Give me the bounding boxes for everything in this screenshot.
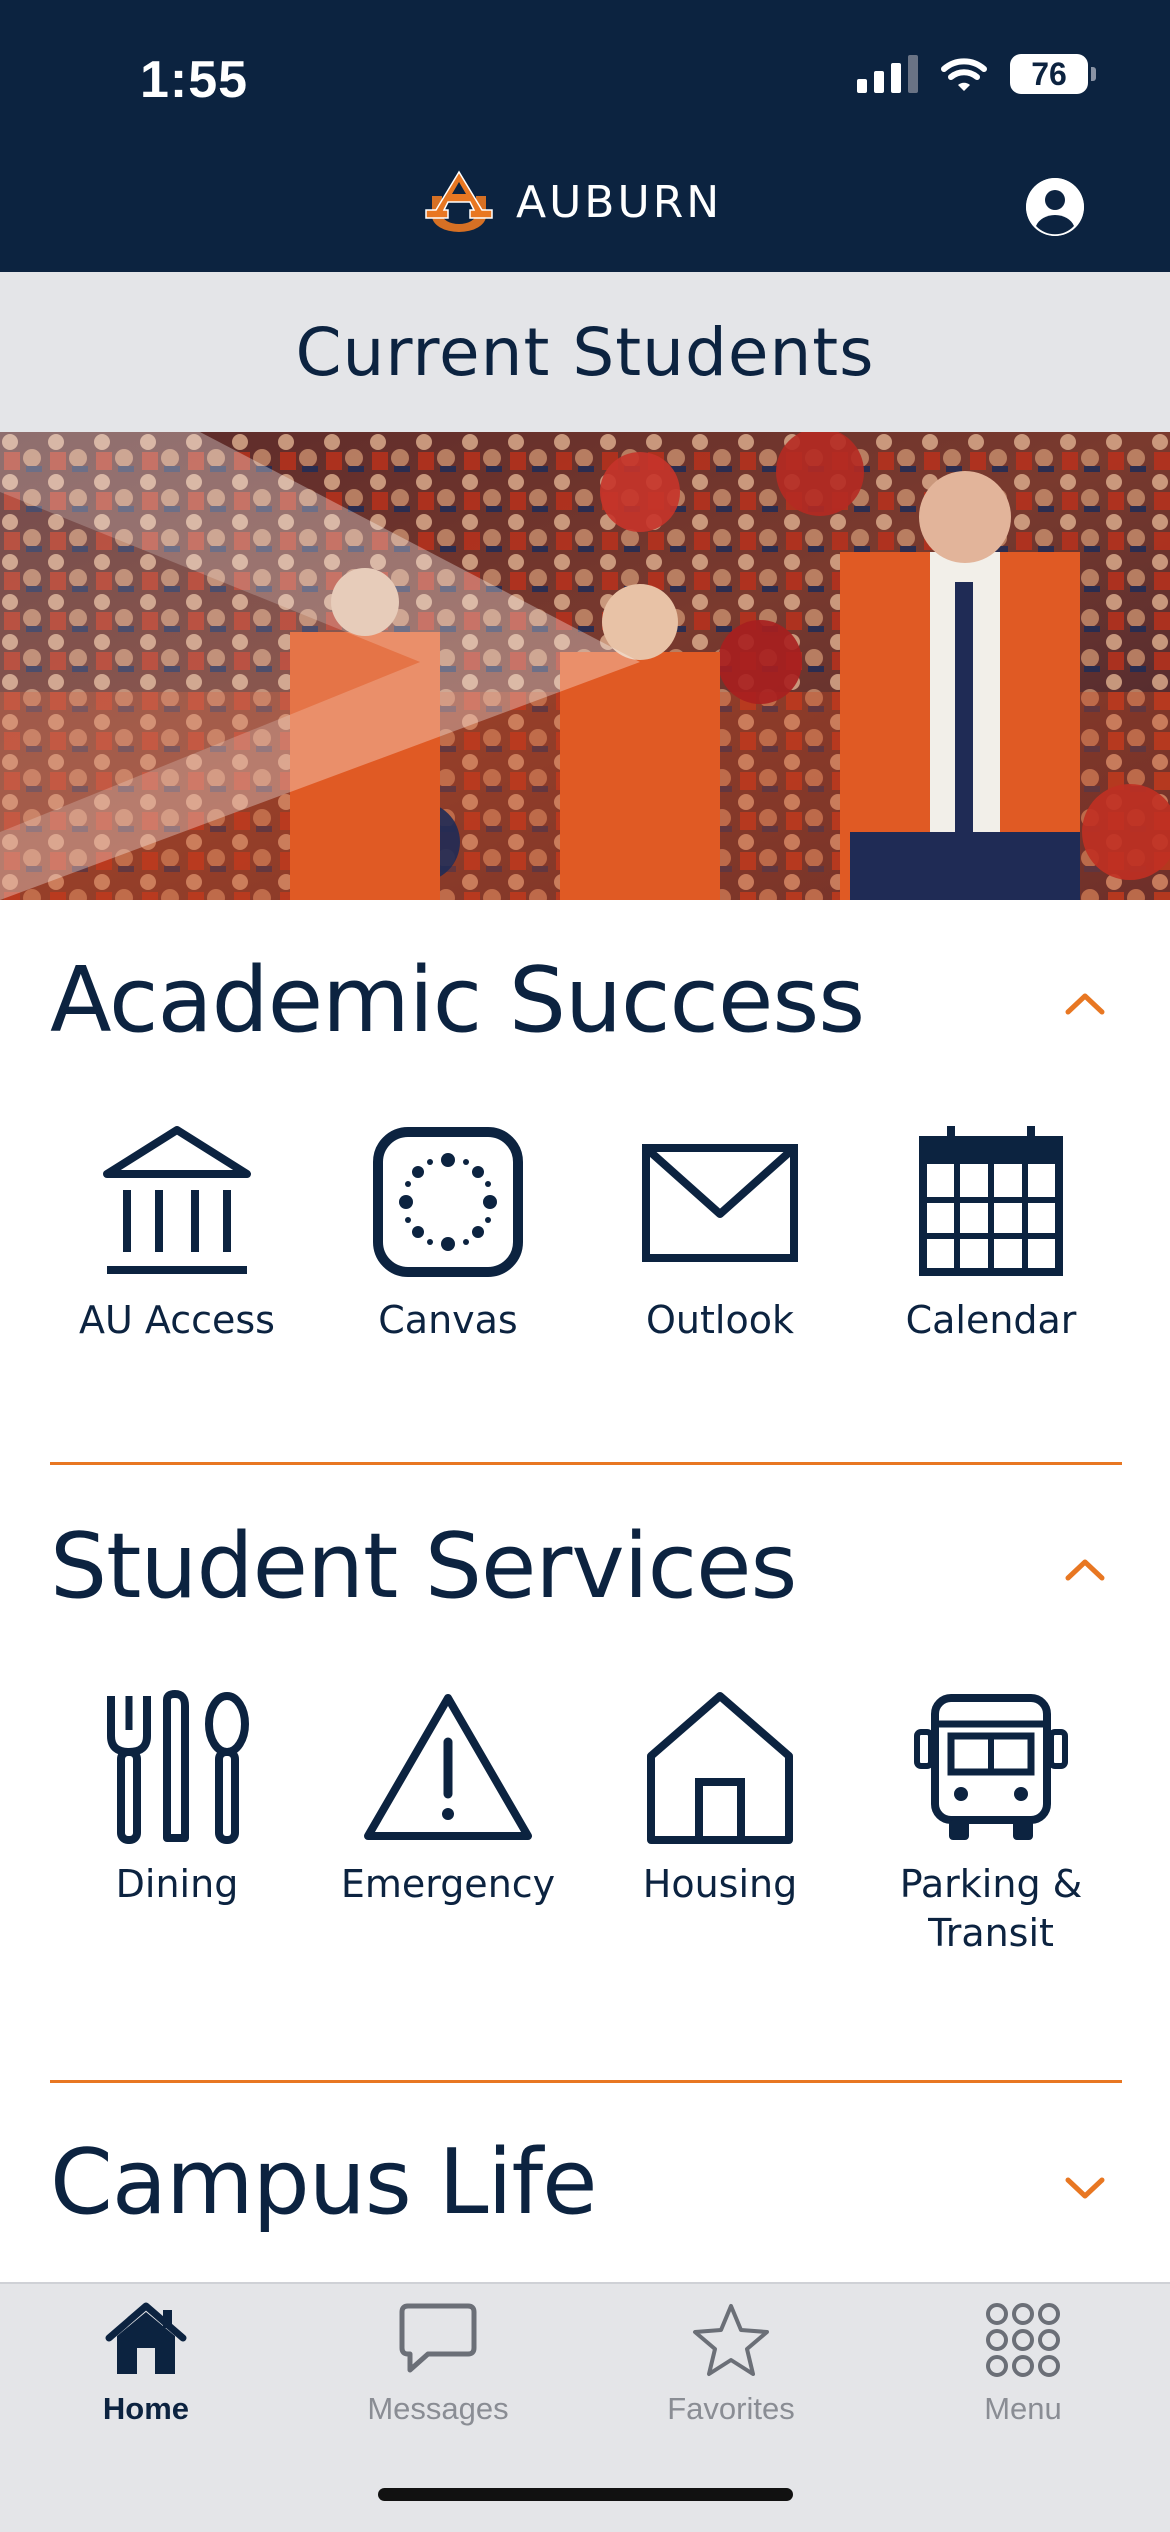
star-icon [693, 2304, 769, 2376]
tile-housing[interactable]: Housing [585, 1690, 855, 1909]
section-title-academic-success[interactable]: Academic Success [50, 948, 865, 1053]
profile-button[interactable] [1026, 178, 1084, 236]
building-columns-icon [103, 1126, 251, 1274]
tile-label: Parking & Transit [899, 1862, 1083, 1956]
page-title: Current Students [295, 313, 875, 391]
chevron-down-icon[interactable] [1060, 2164, 1110, 2214]
tab-favorites[interactable]: Favorites [631, 2302, 831, 2427]
section-divider [50, 2080, 1122, 2083]
tile-emergency[interactable]: Emergency [313, 1690, 583, 1909]
tile-canvas[interactable]: Canvas [313, 1122, 583, 1345]
battery-icon: 76 [1010, 54, 1096, 94]
tile-label: Emergency [340, 1862, 556, 1906]
stadium-crowd-image [0, 432, 1170, 900]
tile-label: Dining [115, 1862, 239, 1906]
tile-label: Outlook [646, 1298, 794, 1342]
warning-triangle-icon [364, 1694, 532, 1840]
tile-label: Housing [642, 1862, 798, 1906]
tab-label: Messages [367, 2391, 509, 2426]
grid-dots-icon [986, 2303, 1060, 2377]
chevron-up-icon[interactable] [1060, 978, 1110, 1028]
tab-label: Favorites [667, 2391, 795, 2426]
tile-dining[interactable]: Dining [42, 1690, 312, 1909]
tile-calendar[interactable]: Calendar [856, 1122, 1126, 1345]
calendar-icon [919, 1126, 1063, 1276]
tile-au-access[interactable]: AU Access [42, 1122, 312, 1345]
section-title-student-services[interactable]: Student Services [50, 1514, 797, 1619]
tab-label: Menu [984, 2391, 1062, 2426]
tab-label: Home [102, 2391, 190, 2426]
page-title-bar: Current Students [0, 272, 1170, 432]
battery-level: 76 [1031, 55, 1067, 92]
tile-label: Canvas [378, 1298, 518, 1342]
section-divider [50, 1462, 1122, 1465]
tile-label: Calendar [905, 1298, 1077, 1342]
au-monogram-icon [425, 170, 493, 232]
tile-parking-transit[interactable]: Parking & Transit [856, 1690, 1126, 1959]
status-icons: 76 [857, 54, 1096, 94]
chat-bubble-icon [399, 2303, 477, 2373]
status-time: 1:55 [140, 51, 249, 109]
auburn-logo[interactable]: AUBURN [420, 170, 722, 234]
home-indicator[interactable] [378, 2488, 793, 2501]
chevron-up-icon[interactable] [1060, 1544, 1110, 1594]
tab-home[interactable]: Home [46, 2302, 246, 2427]
tab-menu[interactable]: Menu [923, 2302, 1123, 2427]
utensils-icon [107, 1690, 249, 1844]
tile-outlook[interactable]: Outlook [585, 1122, 855, 1345]
canvas-icon [373, 1127, 523, 1277]
envelope-icon [642, 1144, 798, 1262]
cellular-signal-icon [857, 55, 918, 93]
wifi-icon [941, 58, 987, 91]
app-header: 1:55 76 AUBURN [0, 0, 1170, 272]
bus-icon [914, 1694, 1068, 1840]
user-avatar-icon [1026, 178, 1084, 236]
hero-image [0, 432, 1170, 900]
house-icon [647, 1692, 793, 1844]
section-title-campus-life[interactable]: Campus Life [50, 2130, 598, 2235]
tile-label: AU Access [79, 1298, 275, 1342]
home-icon [105, 2302, 187, 2374]
logo-wordmark: AUBURN [516, 176, 723, 228]
tab-messages[interactable]: Messages [338, 2302, 538, 2427]
